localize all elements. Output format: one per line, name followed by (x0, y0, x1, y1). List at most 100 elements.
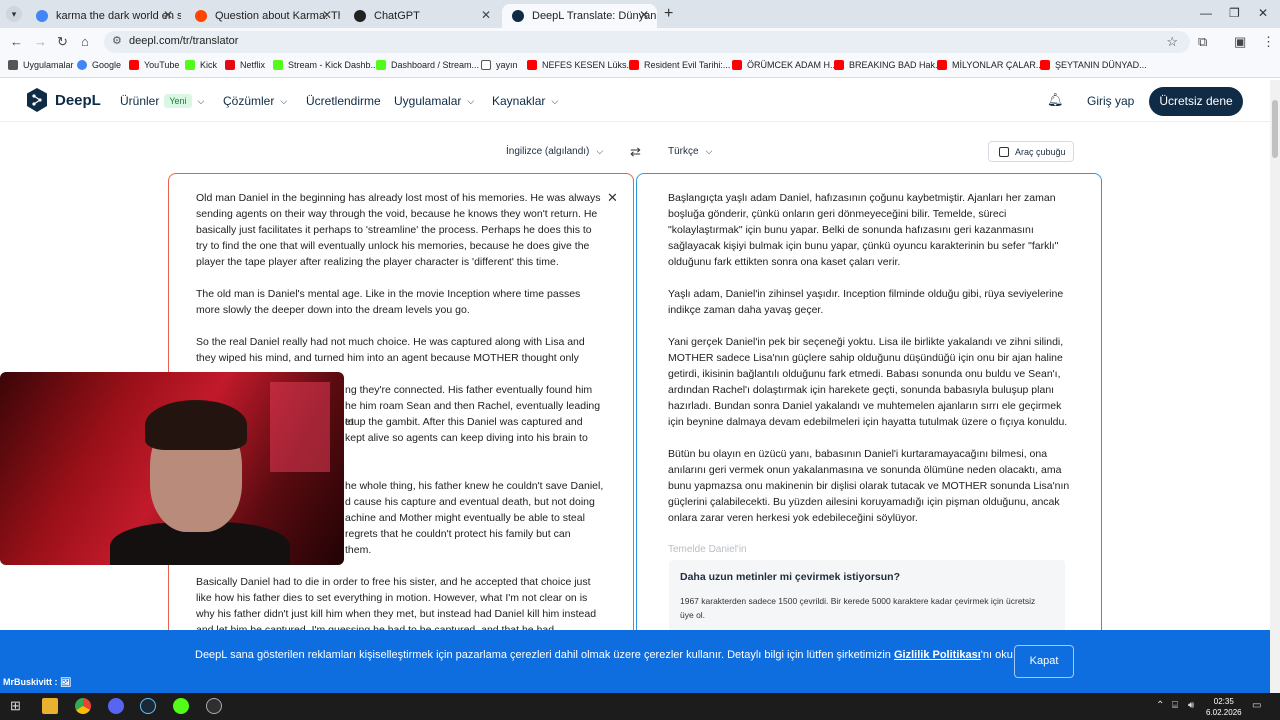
cookie-text-end: 'nı oku. (980, 649, 1016, 661)
cookie-banner: DeepL sana gösterilen reklamları kişisel… (0, 630, 1270, 693)
kick-icon (376, 60, 386, 70)
language-selector-row: İngilizce (algılandı) ⌵ ⇄ Türkçe ⌵ Araç … (168, 136, 1102, 168)
new-tab-icon[interactable]: + (664, 5, 673, 23)
nav-label: Çözümler (223, 94, 275, 108)
reddit-favicon-icon (195, 10, 207, 22)
address-bar[interactable]: ⚙ deepl.com/tr/translator ☆ (104, 31, 1190, 53)
bookmark-item[interactable]: BREAKING BAD Hak... (834, 60, 943, 70)
bell-icon[interactable]: 🔔︎ (1047, 92, 1064, 108)
obs-icon[interactable] (206, 698, 222, 714)
bookmark-item[interactable]: yayın (481, 60, 518, 70)
nav-label: Kaynaklar (492, 94, 546, 108)
nav-resources[interactable]: Kaynaklar ⌵ (492, 94, 558, 108)
swap-languages-icon[interactable]: ⇄ (630, 144, 641, 160)
discord-icon[interactable] (108, 698, 124, 714)
taskbar-clock[interactable]: 02:35 6.02.2026 (1206, 696, 1242, 718)
volume-icon[interactable]: 🔊︎ (1188, 700, 1194, 711)
source-language-label: İngilizce (algılandı) (506, 146, 590, 157)
cookie-close-button[interactable]: Kapat (1014, 645, 1074, 678)
bookmark-item[interactable]: ÖRÜMCEK ADAM H... (732, 60, 838, 70)
bookmark-item[interactable]: Dashboard / Stream... (376, 60, 479, 70)
chat-username: MrBuskivitt : (3, 677, 58, 687)
bookmark-item[interactable]: Google (77, 60, 121, 70)
windows-start-icon[interactable]: ⊞ (10, 698, 21, 714)
tab-close-icon[interactable]: ✕ (481, 8, 491, 22)
youtube-icon (129, 60, 139, 70)
file-explorer-icon[interactable] (42, 698, 58, 714)
login-link[interactable]: Giriş yap (1087, 94, 1134, 108)
youtube-icon (732, 60, 742, 70)
bookmark-label: BREAKING BAD Hak... (849, 60, 943, 70)
target-language-select[interactable]: Türkçe ⌵ (668, 146, 712, 157)
chat-emote-icon: 🖼︎ (60, 677, 72, 687)
browser-toolbar: ← → ↻ ⌂ ⚙ deepl.com/tr/translator ☆ ⧉ ▣ … (0, 28, 1280, 56)
deepl-logo-icon[interactable] (26, 87, 48, 113)
home-icon[interactable]: ⌂ (81, 34, 89, 49)
profile-icon[interactable]: ▣ (1234, 34, 1246, 50)
nav-label: Ücretlendirme (306, 94, 381, 108)
bookmark-item[interactable]: MİLYONLAR ÇALAR... (937, 60, 1043, 70)
source-paragraph: Basically Daniel had to die in order to … (196, 576, 597, 636)
tray-chevron-icon[interactable]: ⌃ (1156, 700, 1164, 711)
upgrade-promo-box: Daha uzun metinler mi çevirmek istiyorsu… (669, 560, 1065, 640)
url-text: deepl.com/tr/translator (129, 35, 239, 47)
restore-icon[interactable]: ❐ (1229, 6, 1240, 20)
deepl-header: DeepL Ürünler Yeni ⌵ Çözümler ⌵ Ücretlen… (0, 80, 1270, 122)
reload-icon[interactable]: ↻ (57, 34, 68, 50)
kick-app-icon[interactable] (173, 698, 189, 714)
close-window-icon[interactable]: ✕ (1258, 6, 1268, 20)
tab-close-icon[interactable]: ✕ (163, 8, 173, 22)
target-language-label: Türkçe (668, 146, 699, 157)
forward-icon[interactable]: → (34, 34, 47, 49)
privacy-policy-link[interactable]: Gizlilik Politikası (894, 649, 981, 661)
browser-tab-3[interactable]: ChatGPT ✕ (344, 4, 499, 28)
nav-solutions[interactable]: Çözümler ⌵ (223, 94, 287, 108)
source-language-select[interactable]: İngilizce (algılandı) ⌵ (506, 146, 603, 157)
bookmark-label: NEFES KESEN Lüks... (542, 60, 635, 70)
tab-close-icon[interactable]: ✕ (639, 8, 649, 22)
nav-products[interactable]: Ürünler Yeni ⌵ (120, 94, 204, 108)
tab-search-icon[interactable]: ▾ (6, 6, 22, 22)
bookmark-item[interactable]: Stream - Kick Dashb... (273, 60, 378, 70)
browser-tab-1[interactable]: karma the dark world en sonun ✕ (26, 4, 181, 28)
windows-taskbar: ⊞ ⌃ ⌸ 🔊︎ 02:35 6.02.2026 ▭ (0, 693, 1280, 720)
nav-apps[interactable]: Uygulamalar ⌵ (394, 94, 474, 108)
try-free-button[interactable]: Ücretsiz dene (1149, 87, 1243, 116)
source-paragraph: So the real Daniel really had not much c… (196, 336, 585, 364)
source-textarea[interactable]: Old man Daniel in the beginning has alre… (196, 190, 602, 366)
notification-icon[interactable]: ▭ (1252, 700, 1261, 711)
nav-label: Uygulamalar (394, 94, 462, 108)
bookmark-star-icon[interactable]: ☆ (1166, 34, 1178, 50)
bookmark-item[interactable]: ŞEYTANIN DÜNYAD... (1040, 60, 1147, 70)
translation-panel: Başlangıçta yaşlı adam Daniel, hafızasın… (636, 173, 1102, 643)
clear-text-icon[interactable]: ✕ (607, 190, 618, 206)
promo-title: Daha uzun metinler mi çevirmek istiyorsu… (680, 571, 900, 583)
bookmark-label: Google (92, 60, 122, 70)
network-icon[interactable]: ⌸ (1172, 700, 1178, 711)
extensions-icon[interactable]: ⧉ (1198, 34, 1207, 50)
bookmark-item[interactable]: YouTube (129, 60, 179, 70)
sidebar-panel-icon (999, 146, 1009, 157)
bookmark-item[interactable]: Netflix (225, 60, 265, 70)
bookmark-label: Uygulamalar (23, 60, 74, 70)
bookmark-item[interactable]: Uygulamalar (8, 60, 74, 70)
browser-tab-4[interactable]: DeepL Translate: Dünyanın en i ✕ (502, 4, 657, 28)
minimize-icon[interactable]: — (1200, 6, 1212, 20)
logo-text[interactable]: DeepL (55, 92, 101, 109)
toolbar-button[interactable]: Araç çubuğu (988, 141, 1074, 162)
translation-output[interactable]: Başlangıçta yaşlı adam Daniel, hafızasın… (668, 190, 1076, 542)
tab-close-icon[interactable]: ✕ (322, 8, 332, 22)
scrollbar-thumb[interactable] (1272, 100, 1278, 158)
bookmark-item[interactable]: Kick (185, 60, 217, 70)
browser-tab-2[interactable]: Question about Karma: The Da ✕ (185, 4, 340, 28)
menu-icon[interactable]: ⋮ (1262, 34, 1275, 50)
bookmark-item[interactable]: Resident Evil Tarihi:... (629, 60, 730, 70)
back-icon[interactable]: ← (10, 34, 23, 49)
bookmark-label: Netflix (240, 60, 266, 70)
page-scrollbar[interactable] (1270, 80, 1280, 693)
site-info-icon[interactable]: ⚙ (112, 34, 122, 47)
steam-icon[interactable] (140, 698, 156, 714)
nav-pricing[interactable]: Ücretlendirme (306, 94, 381, 108)
bookmark-item[interactable]: NEFES KESEN Lüks... (527, 60, 634, 70)
chrome-icon[interactable] (75, 698, 91, 714)
